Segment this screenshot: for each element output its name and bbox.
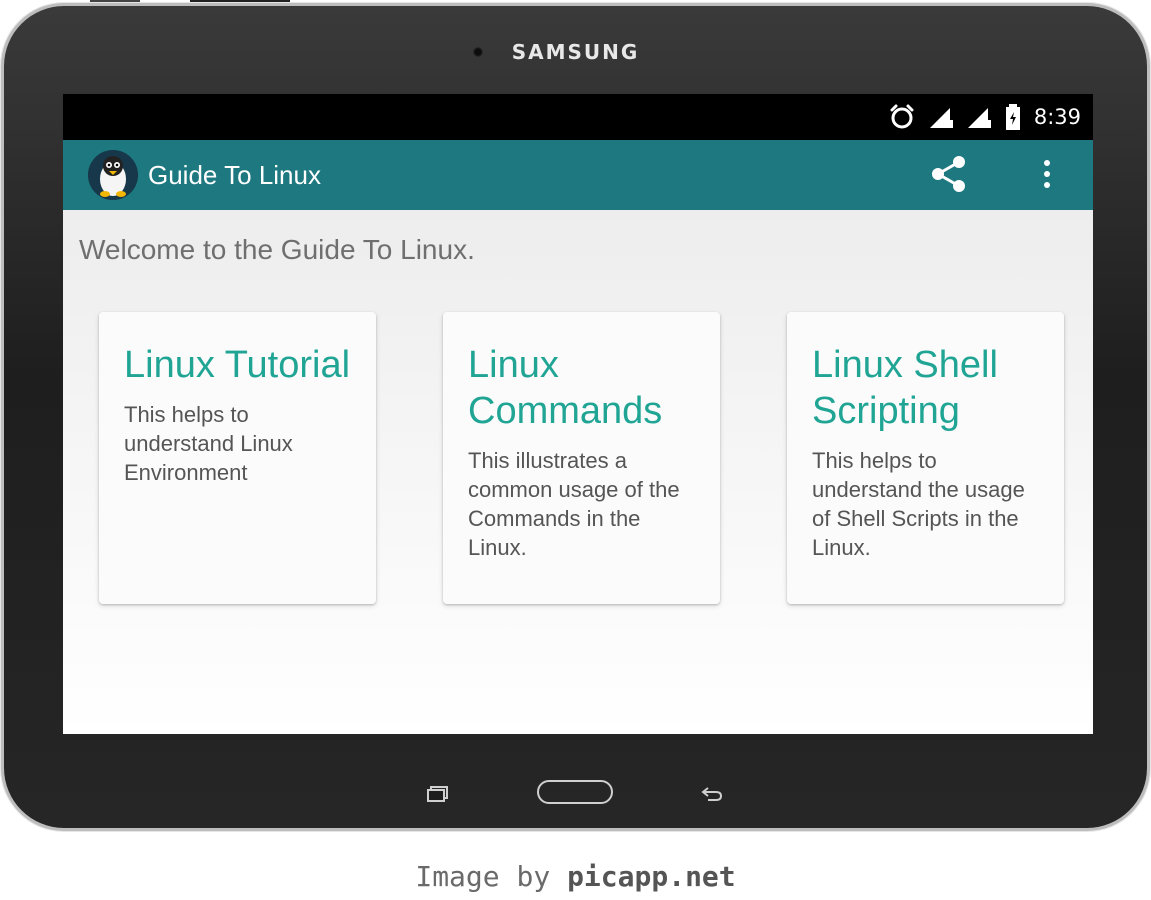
card-linux-shell-scripting[interactable]: Linux Shell Scripting This helps to unde…	[787, 312, 1064, 604]
credit-site[interactable]: picapp.net	[567, 860, 736, 893]
status-time: 8:39	[1033, 105, 1081, 129]
device-brand: SAMSUNG	[511, 40, 640, 64]
status-icons: 8:39	[888, 94, 1081, 140]
card-description: This illustrates a common usage of the C…	[468, 448, 680, 560]
image-credit: Image by picapp.net	[0, 860, 1151, 893]
welcome-text: Welcome to the Guide To Linux.	[79, 234, 475, 265]
share-icon	[928, 153, 970, 199]
card-title: Linux Commands	[468, 344, 663, 432]
card-linux-commands[interactable]: Linux Commands This illustrates a common…	[443, 312, 720, 604]
status-bar: 8:39	[63, 94, 1093, 140]
top-edge-strip	[0, 0, 1151, 4]
card-title: Linux Tutorial	[124, 344, 351, 386]
back-icon	[700, 785, 724, 807]
recent-apps-button[interactable]	[424, 784, 452, 808]
recent-apps-icon	[426, 785, 450, 807]
card-linux-tutorial[interactable]: Linux Tutorial This helps to understand …	[99, 312, 376, 604]
home-button[interactable]	[537, 780, 613, 804]
overflow-menu-icon	[1042, 158, 1052, 194]
device-screen: 8:39 Guide To Linux Welcome to the Guide…	[63, 94, 1093, 734]
signal-icon	[928, 104, 954, 130]
main-content: Welcome to the Guide To Linux. Linux Tut…	[63, 210, 1093, 734]
app-bar: Guide To Linux	[63, 140, 1093, 210]
signal-icon	[966, 104, 992, 130]
top-tab-1	[90, 0, 140, 3]
hardware-nav-bar	[4, 766, 1147, 826]
tablet-frame: SAMSUNG 8:39 Guide To Linux Welcome to t…	[4, 6, 1147, 828]
card-title: Linux Shell Scripting	[812, 344, 998, 432]
share-button[interactable]	[925, 152, 973, 200]
battery-icon	[1004, 103, 1022, 131]
card-description: This helps to understand Linux Environme…	[124, 402, 293, 485]
card-description: This helps to understand the usage of Sh…	[812, 448, 1025, 560]
tux-logo-icon[interactable]	[88, 150, 138, 200]
back-button[interactable]	[698, 784, 726, 808]
top-tab-2	[190, 0, 290, 3]
app-title: Guide To Linux	[148, 160, 321, 190]
alarm-icon	[888, 103, 916, 131]
credit-prefix: Image by	[415, 860, 551, 893]
overflow-menu-button[interactable]	[1027, 152, 1067, 200]
